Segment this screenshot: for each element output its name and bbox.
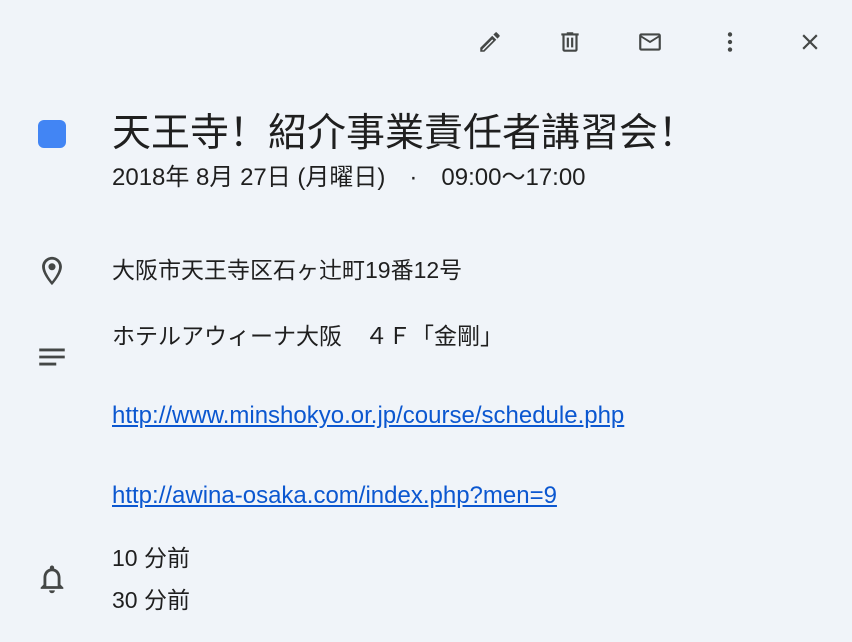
location-text-wrap: 大阪市天王寺区石ヶ辻町19番12号	[112, 254, 832, 286]
event-header-text: 天王寺！紹介事業責任者講習会！ 2018年 8月 27日 (月曜日) · 09:…	[112, 110, 832, 194]
event-location[interactable]: 大阪市天王寺区石ヶ辻町19番12号	[112, 254, 832, 286]
close-button[interactable]	[786, 18, 834, 66]
location-pin-icon	[42, 256, 62, 286]
more-vert-icon	[727, 32, 733, 52]
location-icon-wrap	[30, 254, 74, 288]
event-venue: ホテルアウィーナ大阪 ４Ｆ「金剛」	[112, 323, 503, 349]
event-title: 天王寺！紹介事業責任者講習会！	[112, 112, 698, 155]
notes-icon-wrap	[30, 340, 74, 374]
close-icon	[802, 34, 818, 50]
trash-icon	[561, 32, 579, 52]
delete-button[interactable]	[546, 18, 594, 66]
event-toolbar	[434, 18, 834, 66]
color-chip-wrap	[30, 120, 74, 148]
bell-icon-wrap	[30, 562, 74, 596]
description-content: ホテルアウィーナ大阪 ４Ｆ「金剛」 http://www.minshokyo.o…	[112, 320, 832, 512]
calendar-color-chip	[38, 120, 66, 148]
description-link-1[interactable]: http://www.minshokyo.or.jp/course/schedu…	[112, 400, 832, 432]
bell-icon	[40, 565, 64, 594]
pencil-icon	[480, 32, 500, 52]
mail-icon	[639, 33, 661, 51]
reminder-item: 10 分前	[112, 545, 190, 571]
reminder-item: 30 分前	[112, 587, 190, 613]
email-guests-button[interactable]	[626, 18, 674, 66]
reminders-list: 10 分前 30 分前	[112, 542, 832, 616]
description-link-2[interactable]: http://awina-osaka.com/index.php?men=9	[112, 480, 832, 512]
event-datetime: 2018年 8月 27日 (月曜日) · 09:00〜17:00	[112, 164, 586, 191]
notes-icon	[39, 348, 65, 366]
edit-button[interactable]	[466, 18, 514, 66]
more-options-button[interactable]	[706, 18, 754, 66]
